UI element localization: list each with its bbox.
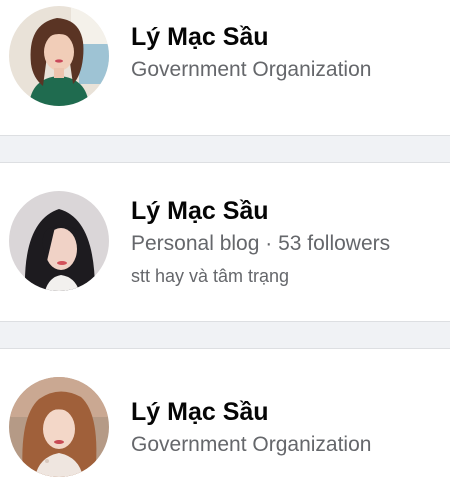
- result-description: stt hay và tâm trạng: [131, 266, 290, 286]
- profile-photo-avatar[interactable]: [9, 6, 109, 106]
- result-name[interactable]: Lý Mạc Sầu: [131, 22, 450, 52]
- result-card[interactable]: Lý Mạc Sầu Government Organization: [0, 348, 450, 492]
- result-card[interactable]: Lý Mạc Sầu Government Organization: [0, 0, 450, 136]
- profile-photo-avatar[interactable]: [9, 191, 109, 291]
- profile-photo-avatar[interactable]: [9, 377, 109, 477]
- result-name[interactable]: Lý Mạc Sầu: [131, 196, 450, 226]
- search-results-list: Lý Mạc Sầu Government Organization Lý Mạ…: [0, 0, 450, 492]
- result-category: Government Organization: [131, 433, 372, 456]
- result-card[interactable]: Lý Mạc Sầu Personal blog · 53 followers …: [0, 162, 450, 322]
- result-name[interactable]: Lý Mạc Sầu: [131, 397, 450, 427]
- result-category: Government Organization: [131, 58, 372, 81]
- result-category: Personal blog · 53 followers: [131, 232, 391, 255]
